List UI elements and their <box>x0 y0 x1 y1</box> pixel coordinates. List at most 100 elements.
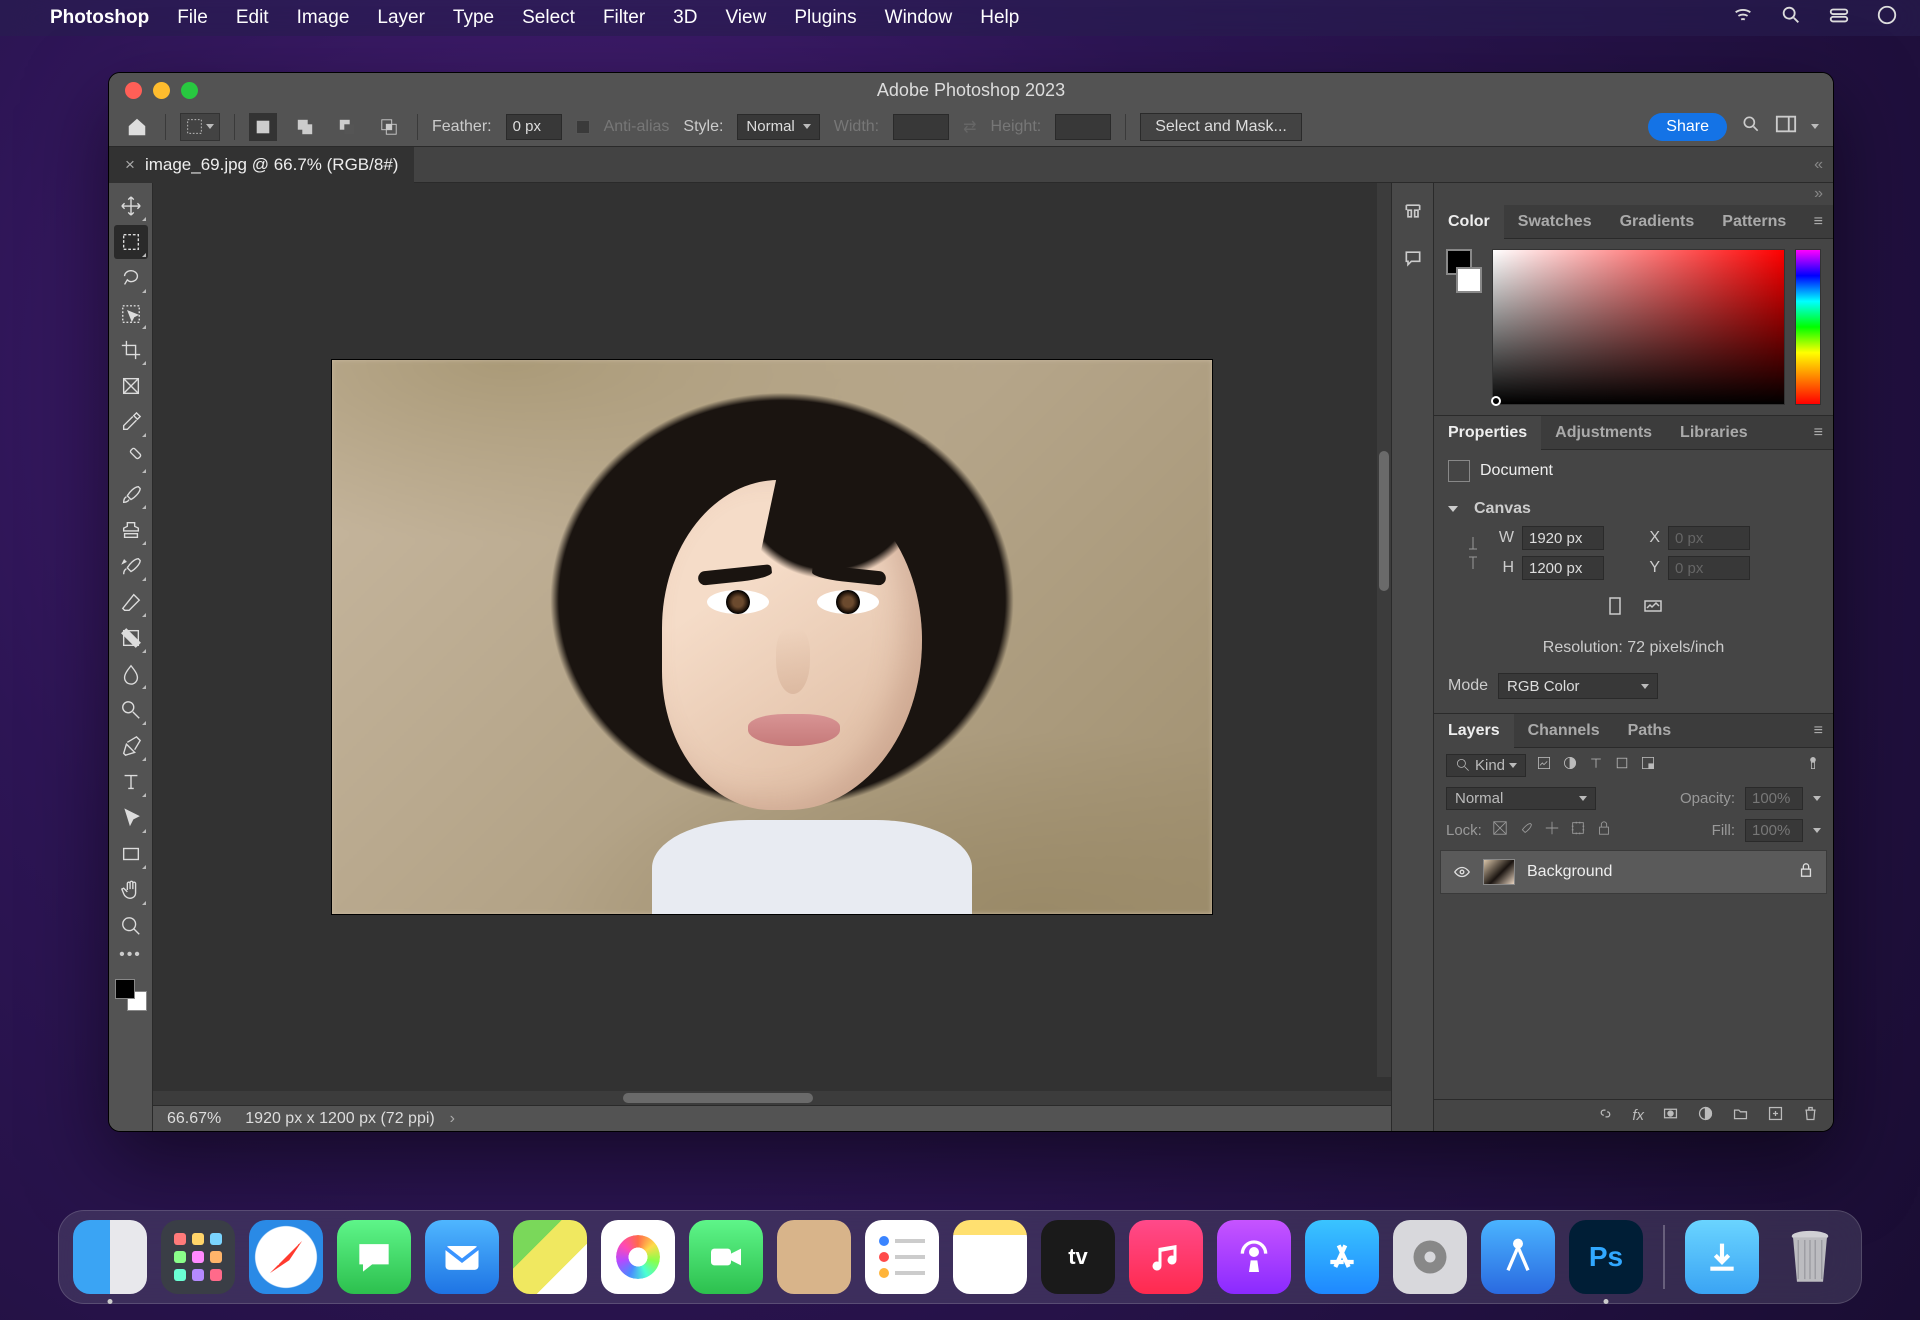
dock-maps[interactable] <box>513 1220 587 1294</box>
menu-edit[interactable]: Edit <box>236 7 269 29</box>
layer-name[interactable]: Background <box>1527 863 1612 881</box>
tab-adjustments[interactable]: Adjustments <box>1541 416 1666 450</box>
siri-icon[interactable] <box>1876 4 1898 32</box>
crop-tool[interactable] <box>114 333 148 367</box>
brush-tool[interactable] <box>114 477 148 511</box>
dock-app-generic[interactable] <box>1481 1220 1555 1294</box>
selection-new-button[interactable] <box>249 113 277 141</box>
filter-shape-icon[interactable] <box>1614 755 1630 775</box>
delete-layer-icon[interactable] <box>1802 1105 1819 1127</box>
lasso-tool[interactable] <box>114 261 148 295</box>
filter-kind-select[interactable]: Kind <box>1446 754 1526 777</box>
dock-tv[interactable]: tv <box>1041 1220 1115 1294</box>
canvas[interactable] <box>332 360 1212 914</box>
horizontal-scrollbar[interactable] <box>153 1091 1391 1105</box>
menu-filter[interactable]: Filter <box>603 7 645 29</box>
menu-layer[interactable]: Layer <box>377 7 425 29</box>
selection-subtract-button[interactable] <box>333 113 361 141</box>
dock-trash[interactable] <box>1773 1220 1847 1294</box>
spotlight-icon[interactable] <box>1780 4 1802 32</box>
search-icon[interactable] <box>1741 114 1761 139</box>
wifi-icon[interactable] <box>1732 4 1754 32</box>
lock-position-icon[interactable] <box>1544 820 1560 840</box>
chevron-down-icon[interactable] <box>1811 124 1819 129</box>
filter-toggle-icon[interactable] <box>1805 755 1821 775</box>
dock-podcasts[interactable] <box>1217 1220 1291 1294</box>
menu-select[interactable]: Select <box>522 7 575 29</box>
move-tool[interactable] <box>114 189 148 223</box>
fill-input[interactable]: 100% <box>1745 819 1803 842</box>
eraser-tool[interactable] <box>114 585 148 619</box>
filter-type-icon[interactable] <box>1588 755 1604 775</box>
menu-3d[interactable]: 3D <box>673 7 697 29</box>
feather-input[interactable] <box>506 114 562 140</box>
history-brush-tool[interactable] <box>114 549 148 583</box>
dock-appstore[interactable] <box>1305 1220 1379 1294</box>
dock-safari[interactable] <box>249 1220 323 1294</box>
close-tab-icon[interactable]: × <box>125 155 135 175</box>
layer-group-icon[interactable] <box>1732 1105 1749 1127</box>
foreground-background-color[interactable] <box>115 979 147 1011</box>
type-tool[interactable] <box>114 765 148 799</box>
hue-slider[interactable] <box>1795 249 1821 405</box>
share-button[interactable]: Share <box>1648 113 1727 141</box>
dock-facetime[interactable] <box>689 1220 763 1294</box>
menu-plugins[interactable]: Plugins <box>794 7 856 29</box>
menu-image[interactable]: Image <box>297 7 350 29</box>
canvas-width-input[interactable] <box>1522 526 1604 550</box>
tab-channels[interactable]: Channels <box>1514 714 1614 748</box>
lock-transparency-icon[interactable] <box>1492 820 1508 840</box>
edit-toolbar-button[interactable]: ••• <box>114 945 148 965</box>
link-dimensions-icon[interactable] <box>1464 533 1482 573</box>
clone-stamp-tool[interactable] <box>114 513 148 547</box>
panel-menu-icon[interactable]: ≡ <box>1804 213 1833 231</box>
window-minimize-button[interactable] <box>153 82 170 99</box>
dock-photos[interactable] <box>601 1220 675 1294</box>
vertical-scrollbar[interactable] <box>1377 183 1391 1077</box>
eyedropper-tool[interactable] <box>114 405 148 439</box>
rectangular-marquee-tool[interactable] <box>114 225 148 259</box>
tab-gradients[interactable]: Gradients <box>1606 205 1709 239</box>
pen-tool[interactable] <box>114 729 148 763</box>
path-selection-tool[interactable] <box>114 801 148 835</box>
foreground-color-swatch[interactable] <box>115 979 135 999</box>
dock-contacts[interactable] <box>777 1220 851 1294</box>
tab-layers[interactable]: Layers <box>1434 714 1514 748</box>
dodge-tool[interactable] <box>114 693 148 727</box>
layer-lock-icon[interactable] <box>1798 862 1814 883</box>
canvas-viewport[interactable] <box>153 183 1391 1091</box>
frame-tool[interactable] <box>114 369 148 403</box>
tool-preset-picker[interactable] <box>180 113 220 141</box>
document-dimensions[interactable]: 1920 px x 1200 px (72 ppi) › <box>245 1110 455 1128</box>
menu-file[interactable]: File <box>177 7 208 29</box>
lock-image-icon[interactable] <box>1518 820 1534 840</box>
tab-overflow-icon[interactable]: « <box>1814 156 1833 174</box>
tab-patterns[interactable]: Patterns <box>1708 205 1800 239</box>
document-tab[interactable]: × image_69.jpg @ 66.7% (RGB/8#) <box>109 147 414 183</box>
blur-tool[interactable] <box>114 657 148 691</box>
tab-swatches[interactable]: Swatches <box>1504 205 1606 239</box>
blend-mode-select[interactable]: Normal <box>1446 787 1596 810</box>
lock-all-icon[interactable] <box>1596 820 1612 840</box>
tab-color[interactable]: Color <box>1434 205 1504 239</box>
gradient-tool[interactable] <box>114 621 148 655</box>
filter-pixel-icon[interactable] <box>1536 755 1552 775</box>
style-select[interactable]: Normal <box>737 114 819 140</box>
home-button[interactable] <box>123 113 151 141</box>
background-swatch[interactable] <box>1456 267 1482 293</box>
panel-menu-icon[interactable]: ≡ <box>1804 722 1833 740</box>
link-layers-icon[interactable] <box>1597 1105 1614 1127</box>
orientation-landscape-icon[interactable] <box>1641 594 1665 623</box>
menu-type[interactable]: Type <box>453 7 494 29</box>
workspace-switcher-icon[interactable] <box>1775 114 1797 139</box>
color-mode-select[interactable]: RGB Color <box>1498 673 1658 699</box>
control-center-icon[interactable] <box>1828 4 1850 32</box>
selection-intersect-button[interactable] <box>375 113 403 141</box>
rectangle-tool[interactable] <box>114 837 148 871</box>
orientation-portrait-icon[interactable] <box>1603 594 1627 623</box>
healing-brush-tool[interactable] <box>114 441 148 475</box>
opacity-input[interactable]: 100% <box>1745 787 1803 810</box>
dock-music[interactable] <box>1129 1220 1203 1294</box>
layer-item-background[interactable]: Background <box>1440 850 1827 894</box>
history-panel-icon[interactable] <box>1403 201 1423 226</box>
